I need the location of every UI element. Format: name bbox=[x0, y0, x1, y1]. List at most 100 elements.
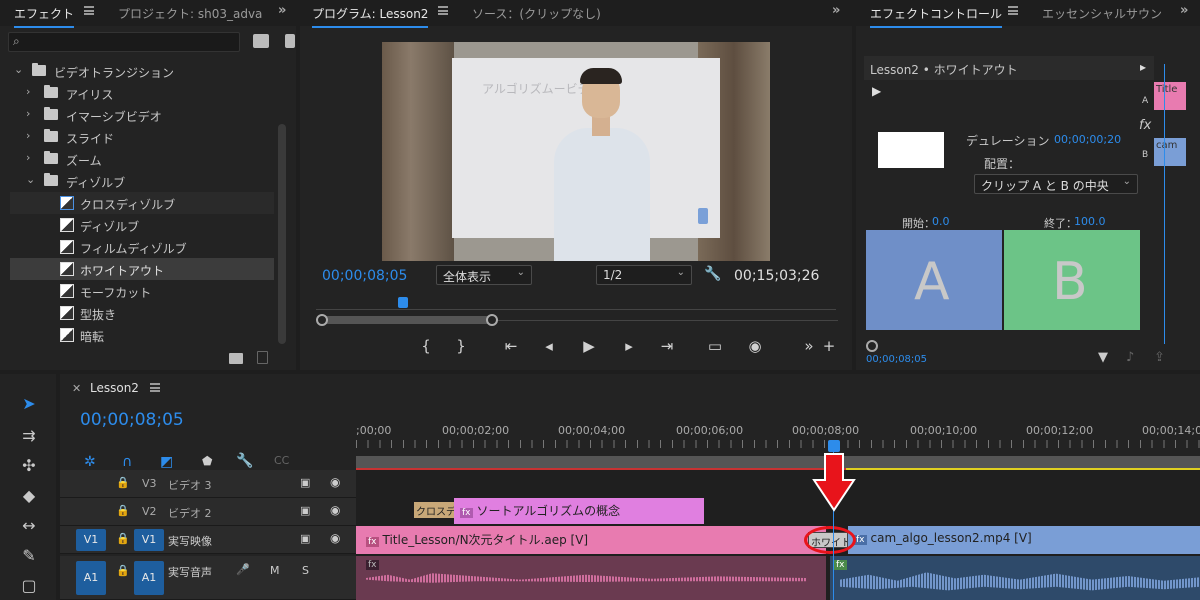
yuv-icon[interactable] bbox=[285, 34, 295, 48]
new-bin-icon[interactable] bbox=[253, 34, 269, 48]
wrench-icon[interactable]: 🔧 bbox=[704, 266, 721, 282]
tree-item-morph-cut[interactable]: モーフカット bbox=[10, 280, 274, 302]
tree-item-video-transitions[interactable]: ⌄ ビデオトランジション bbox=[10, 60, 274, 82]
clip-v2-transition[interactable]: クロスデ bbox=[414, 502, 454, 518]
mute-button[interactable]: M bbox=[270, 564, 280, 577]
export-frame-icon[interactable]: ◉ bbox=[744, 337, 766, 355]
mini-playhead[interactable] bbox=[1164, 64, 1165, 344]
playhead-timecode[interactable]: 00;00;08;05 bbox=[322, 268, 407, 284]
resolution-select[interactable]: 1/2 ⌄ bbox=[596, 265, 692, 285]
overflow-chevron-icon[interactable]: » bbox=[278, 3, 286, 18]
zoom-select[interactable]: 全体表示 ⌄ bbox=[436, 265, 532, 285]
tab-program[interactable]: プログラム: Lesson2 bbox=[312, 5, 429, 28]
rectangle-icon[interactable]: ▢ bbox=[14, 576, 44, 600]
overflow-chevron-icon[interactable]: » bbox=[832, 3, 840, 18]
timeline-playhead[interactable] bbox=[828, 440, 840, 452]
tab-effects[interactable]: エフェクト bbox=[14, 5, 75, 28]
safe-margins-icon[interactable]: ▭ bbox=[704, 337, 726, 355]
audio-icon[interactable]: ♪ bbox=[1126, 350, 1134, 365]
linked-selection-icon[interactable]: ◩ bbox=[160, 454, 173, 470]
voice-over-icon[interactable]: 🎤 bbox=[236, 563, 250, 576]
audio-clip-title[interactable]: fx bbox=[356, 556, 826, 600]
overflow-chevron-icon[interactable]: » bbox=[798, 337, 820, 355]
ec-scrollbar-handle[interactable] bbox=[866, 340, 878, 352]
magnet-icon[interactable]: ∩ bbox=[122, 454, 132, 470]
play-icon[interactable]: ▶ bbox=[578, 337, 600, 355]
start-value[interactable]: 0.0 bbox=[932, 215, 950, 228]
trash-icon[interactable] bbox=[257, 351, 268, 364]
tab-effect-controls[interactable]: エフェクトコントロール bbox=[870, 5, 1003, 28]
marker-icon[interactable]: ⬟ bbox=[202, 454, 212, 468]
filter-icon[interactable]: ▼ bbox=[1098, 350, 1108, 365]
wrench-icon[interactable]: 🔧 bbox=[236, 453, 253, 469]
tree-item-slide[interactable]: › スライド bbox=[10, 126, 274, 148]
lock-icon[interactable]: 🔒 bbox=[116, 532, 130, 545]
track-select-icon[interactable]: ⇉ bbox=[14, 426, 44, 450]
lock-icon[interactable]: 🔒 bbox=[116, 504, 130, 517]
tab-project[interactable]: プロジェクト: sh03_adva bbox=[118, 5, 262, 22]
menu-icon[interactable] bbox=[438, 6, 448, 15]
tab-essential-sound[interactable]: エッセンシャルサウン bbox=[1042, 5, 1170, 22]
export-icon[interactable]: ⇪ bbox=[1154, 350, 1165, 365]
tree-item-iris[interactable]: › アイリス bbox=[10, 82, 274, 104]
step-back-icon[interactable]: ◂ bbox=[538, 337, 560, 355]
source-patch-v1[interactable]: V1 bbox=[76, 529, 106, 551]
new-folder-icon[interactable] bbox=[229, 353, 243, 364]
timeline-timecode[interactable]: 00;00;08;05 bbox=[80, 410, 184, 430]
tree-item-zoom[interactable]: › ズーム bbox=[10, 148, 274, 170]
scroll-handle-right[interactable] bbox=[486, 314, 498, 326]
ripple-edit-icon[interactable]: ✣ bbox=[14, 456, 44, 480]
sync-lock-icon[interactable]: ▣ bbox=[300, 476, 310, 489]
zoom-scrollbar[interactable] bbox=[320, 316, 492, 324]
close-icon[interactable]: ✕ bbox=[72, 382, 81, 395]
captions-icon[interactable]: CC bbox=[274, 454, 289, 467]
eye-icon[interactable]: ◉ bbox=[330, 531, 340, 545]
time-ruler[interactable] bbox=[316, 296, 836, 310]
source-patch-a1[interactable]: A1 bbox=[76, 561, 106, 595]
play-preview-icon[interactable]: ▶ bbox=[872, 84, 881, 98]
tab-source[interactable]: ソース：(クリップなし) bbox=[472, 5, 601, 22]
menu-icon[interactable] bbox=[150, 383, 160, 392]
mark-in-icon[interactable]: { bbox=[415, 337, 437, 355]
tree-item-film-dissolve[interactable]: フィルムディゾルブ bbox=[10, 236, 274, 258]
overflow-chevron-icon[interactable]: » bbox=[1180, 3, 1188, 18]
expand-arrow-icon[interactable]: ▸ bbox=[1140, 60, 1146, 74]
track-target-a1[interactable]: A1 bbox=[134, 561, 164, 595]
search-input[interactable]: ⌕ bbox=[8, 32, 240, 52]
mark-out-icon[interactable]: } bbox=[450, 337, 472, 355]
clip-v1-title[interactable]: fx Title_Lesson/N次元タイトル.aep [V] bbox=[356, 526, 826, 554]
lock-icon[interactable]: 🔒 bbox=[116, 564, 130, 577]
step-forward-icon[interactable]: ▸ bbox=[618, 337, 640, 355]
duration-value[interactable]: 00;00;00;20 bbox=[1054, 133, 1121, 146]
tree-item-dissolve[interactable]: ⌄ ディゾルブ bbox=[10, 170, 274, 192]
lock-icon[interactable]: 🔒 bbox=[116, 476, 130, 489]
timeline-ruler[interactable]: ;00;00 00;00;02;00 00;00;04;00 00;00;06;… bbox=[356, 418, 1200, 458]
snap-icon[interactable]: ✲ bbox=[84, 454, 96, 470]
selection-tool-icon[interactable]: ➤ bbox=[14, 394, 44, 418]
solo-button[interactable]: S bbox=[302, 564, 309, 577]
playhead-marker[interactable] bbox=[398, 297, 408, 308]
sequence-tab[interactable]: Lesson2 bbox=[90, 381, 139, 395]
tree-item-immersive[interactable]: › イマーシブビデオ bbox=[10, 104, 274, 126]
scrollbar[interactable] bbox=[278, 124, 286, 344]
razor-icon[interactable]: ◆ bbox=[14, 486, 44, 510]
sync-lock-icon[interactable]: ▣ bbox=[300, 532, 310, 545]
menu-icon[interactable] bbox=[84, 6, 94, 15]
track-target-v1[interactable]: V1 bbox=[134, 529, 164, 551]
slip-icon[interactable]: ↔ bbox=[14, 516, 44, 540]
tree-item-fade-to-black[interactable]: 暗転 bbox=[10, 324, 274, 346]
tree-item-cutout[interactable]: 型抜き bbox=[10, 302, 274, 324]
go-to-out-icon[interactable]: ⇥ bbox=[656, 337, 678, 355]
go-to-in-icon[interactable]: ⇤ bbox=[500, 337, 522, 355]
menu-icon[interactable] bbox=[1008, 6, 1018, 15]
add-button-icon[interactable]: + bbox=[818, 337, 840, 355]
scroll-handle-left[interactable] bbox=[316, 314, 328, 326]
alignment-select[interactable]: クリップ A と B の中央 ⌄ bbox=[974, 174, 1138, 194]
eye-icon[interactable]: ◉ bbox=[330, 475, 340, 489]
pen-icon[interactable]: ✎ bbox=[14, 546, 44, 570]
clip-v1-cam[interactable]: fx cam_algo_lesson2.mp4 [V] bbox=[848, 526, 1200, 554]
tree-item-whiteout[interactable]: ホワイトアウト bbox=[10, 258, 274, 280]
clip-v2-title[interactable]: fx ソートアルゴリズムの概念 bbox=[454, 498, 704, 524]
tree-item-cross-dissolve[interactable]: クロスディゾルブ bbox=[10, 192, 274, 214]
sync-lock-icon[interactable]: ▣ bbox=[300, 504, 310, 517]
